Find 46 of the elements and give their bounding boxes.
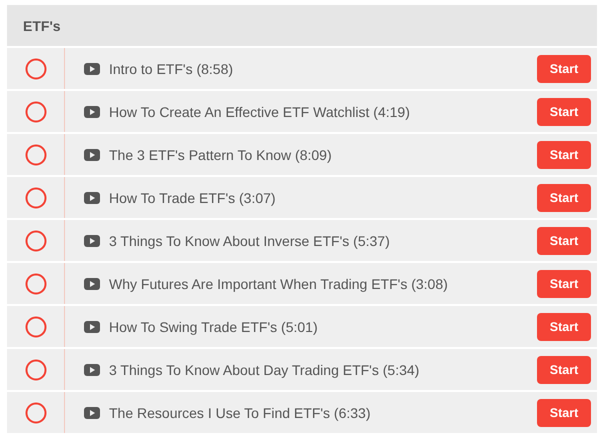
start-button[interactable]: Start <box>537 140 591 168</box>
start-button[interactable]: Start <box>537 398 591 426</box>
start-button[interactable]: Start <box>537 312 591 340</box>
section-title: ETF's <box>23 18 61 34</box>
lesson-row[interactable]: 3 Things To Know About Day Trading ETF's (5:34) Start <box>7 349 597 392</box>
lesson-row[interactable]: How To Create An Effective ETF Watchlist (4:19) Start <box>7 91 597 134</box>
video-icon <box>84 234 100 246</box>
circle-icon[interactable] <box>24 230 46 252</box>
start-button[interactable]: Start <box>537 226 591 254</box>
lesson-row[interactable]: The Resources I Use To Find ETF's (6:33) Start <box>7 392 597 435</box>
lesson-title[interactable]: The 3 ETF's Pattern To Know (8:09) <box>109 146 537 162</box>
video-icon <box>84 320 100 332</box>
circle-icon[interactable] <box>24 100 46 122</box>
circle-icon[interactable] <box>24 186 46 208</box>
video-icon <box>84 364 100 376</box>
video-icon <box>84 62 100 74</box>
lesson-title[interactable]: How To Create An Effective ETF Watchlist (4:19) <box>109 104 537 120</box>
lesson-title[interactable]: How To Swing Trade ETF's (5:01) <box>109 318 537 334</box>
start-button[interactable]: Start <box>537 184 591 212</box>
video-icon <box>84 278 100 290</box>
circle-icon[interactable] <box>24 402 46 424</box>
start-button[interactable]: Start <box>537 54 591 82</box>
start-button[interactable]: Start <box>537 98 591 126</box>
lesson-row[interactable]: 3 Things To Know About Inverse ETF's (5:37) Start <box>7 220 597 263</box>
lesson-row[interactable]: Intro to ETF's (8:58) Start <box>7 48 597 91</box>
lesson-title[interactable]: Intro to ETF's (8:58) <box>109 60 537 76</box>
video-icon <box>84 406 100 418</box>
circle-icon[interactable] <box>24 58 46 80</box>
video-icon <box>84 148 100 160</box>
lesson-row[interactable]: How To Swing Trade ETF's (5:01) Start <box>7 306 597 349</box>
circle-icon[interactable] <box>24 358 46 380</box>
lesson-row[interactable]: The 3 ETF's Pattern To Know (8:09) Start <box>7 134 597 177</box>
lesson-title[interactable]: 3 Things To Know About Inverse ETF's (5:37) <box>109 232 537 248</box>
lesson-title[interactable]: The Resources I Use To Find ETF's (6:33) <box>109 404 537 420</box>
lesson-title[interactable]: How To Trade ETF's (3:07) <box>109 190 537 206</box>
video-icon <box>84 192 100 204</box>
lesson-title[interactable]: 3 Things To Know About Day Trading ETF's (5:34) <box>109 362 537 378</box>
circle-icon[interactable] <box>24 144 46 166</box>
video-icon <box>84 106 100 118</box>
lesson-row[interactable]: How To Trade ETF's (3:07) Start <box>7 177 597 220</box>
start-button[interactable]: Start <box>537 270 591 298</box>
circle-icon[interactable] <box>24 272 46 294</box>
lesson-title[interactable]: Why Futures Are Important When Trading ETF's (3:08) <box>109 276 537 292</box>
start-button[interactable]: Start <box>537 356 591 384</box>
circle-icon[interactable] <box>24 316 46 338</box>
lesson-row[interactable]: Why Futures Are Important When Trading ETF's (3:08) Start <box>7 263 597 306</box>
